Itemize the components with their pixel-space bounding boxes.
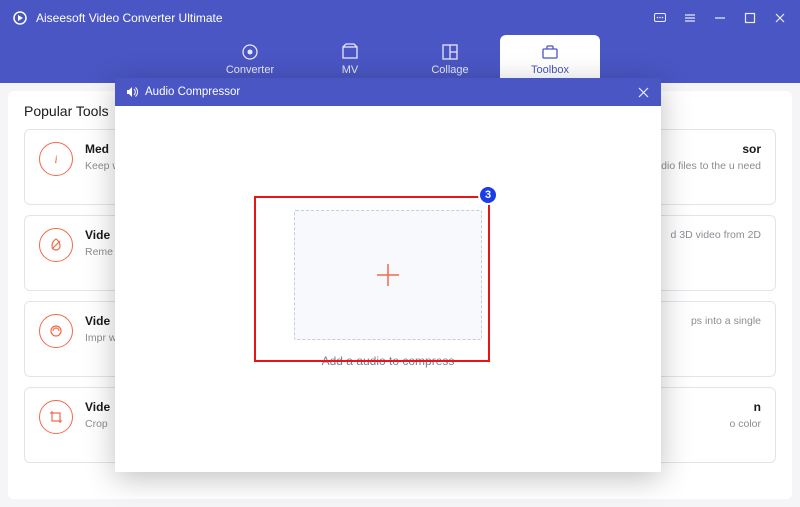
tab-mv[interactable]: MV xyxy=(300,35,400,83)
tab-label: MV xyxy=(342,64,359,76)
modal-close-icon[interactable] xyxy=(635,84,651,100)
tab-label: Collage xyxy=(431,64,468,76)
titlebar-left: Aiseesoft Video Converter Ultimate xyxy=(12,10,223,26)
app-title: Aiseesoft Video Converter Ultimate xyxy=(36,11,223,25)
collage-icon xyxy=(440,42,460,62)
close-icon[interactable] xyxy=(772,10,788,26)
mv-icon xyxy=(340,42,360,62)
modal-title: Audio Compressor xyxy=(145,86,240,98)
tool-title: Vide xyxy=(85,400,110,414)
watermark-icon xyxy=(39,228,73,262)
tab-converter[interactable]: Converter xyxy=(200,35,300,83)
menu-icon[interactable] xyxy=(682,10,698,26)
minimize-icon[interactable] xyxy=(712,10,728,26)
tool-desc: Crop xyxy=(85,417,110,432)
modal-header: Audio Compressor xyxy=(115,78,661,106)
annotation-highlight-box xyxy=(254,196,490,362)
tab-collage[interactable]: Collage xyxy=(400,35,500,83)
main-tabbar: Converter MV Collage Toolbox xyxy=(0,35,800,83)
toolbox-icon xyxy=(540,42,560,62)
titlebar: Aiseesoft Video Converter Ultimate xyxy=(0,0,800,35)
info-icon: i xyxy=(39,142,73,176)
crop-icon xyxy=(39,400,73,434)
enhancer-icon xyxy=(39,314,73,348)
tab-toolbox[interactable]: Toolbox xyxy=(500,35,600,83)
audio-icon xyxy=(125,85,139,99)
converter-icon xyxy=(240,42,260,62)
tab-label: Toolbox xyxy=(531,64,569,76)
titlebar-controls xyxy=(652,10,788,26)
maximize-icon[interactable] xyxy=(742,10,758,26)
svg-text:i: i xyxy=(54,152,57,166)
tab-label: Converter xyxy=(226,64,274,76)
feedback-icon[interactable] xyxy=(652,10,668,26)
annotation-step-badge: 3 xyxy=(478,185,498,205)
app-logo-icon xyxy=(12,10,28,26)
